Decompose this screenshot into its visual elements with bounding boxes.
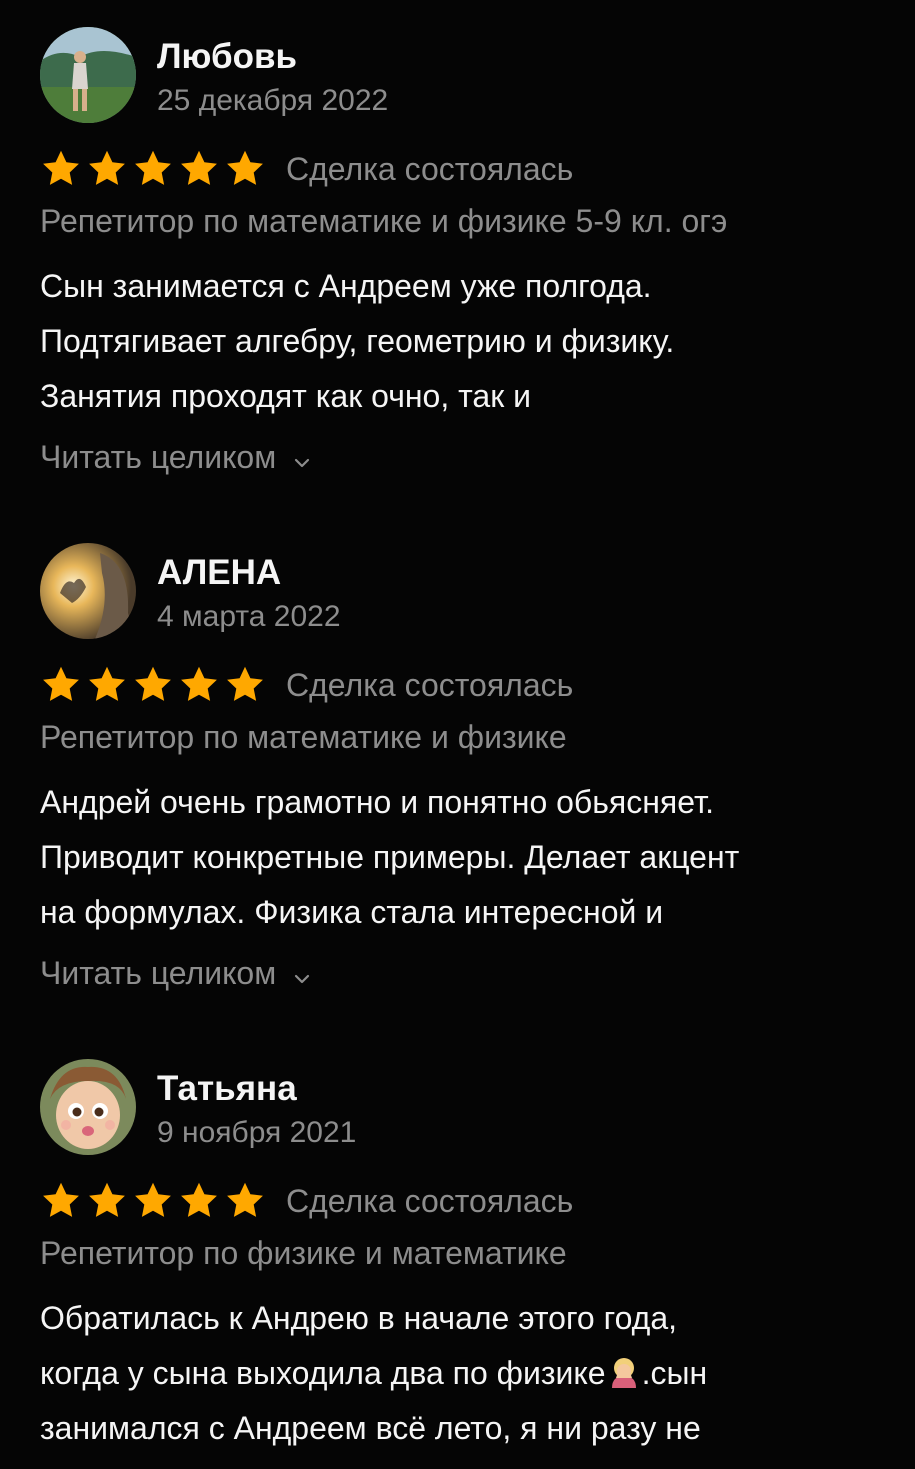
star-icon xyxy=(40,665,82,705)
deal-status: Сделка состоялась xyxy=(286,1182,574,1219)
review-text-line: Обратилась к Андрею в начале этого года, xyxy=(40,1300,678,1336)
review-header: Любовь 25 декабря 2022 xyxy=(40,27,880,127)
review-text: Обратилась к Андрею в начале этого года,… xyxy=(40,1291,880,1456)
star-icon xyxy=(40,1181,82,1221)
avatar[interactable] xyxy=(40,27,136,123)
review-card: Любовь 25 декабря 2022 Сделка состоялась… xyxy=(40,27,880,475)
review-text-line: Подтягивает алгебру, геометрию и физику. xyxy=(40,323,675,359)
review-text-line: занимался с Андреем всё лето, я ни разу … xyxy=(40,1410,701,1446)
rating-stars xyxy=(40,149,266,189)
rating-row: Сделка состоялась xyxy=(40,1181,573,1221)
review-card: Татьяна 9 ноября 2021 Сделка состоялась … xyxy=(40,1059,880,1446)
review-text-line: Андрей очень грамотно и понятно обьясняе… xyxy=(40,784,714,820)
reviews-list: Любовь 25 декабря 2022 Сделка состоялась… xyxy=(0,0,915,1469)
chevron-down-icon xyxy=(294,439,310,476)
avatar[interactable] xyxy=(40,543,136,639)
review-text-line: Приводит конкретные примеры. Делает акце… xyxy=(40,839,740,875)
review-text-fragment: когда у сына выходила два по физике xyxy=(40,1355,606,1391)
review-text-line: Сын занимается с Андреем уже полгода. xyxy=(40,268,652,304)
star-icon xyxy=(132,1181,174,1221)
chevron-down-icon xyxy=(294,955,310,992)
star-icon xyxy=(224,665,266,705)
star-icon xyxy=(224,149,266,189)
deal-status: Сделка состоялась xyxy=(286,666,574,703)
review-date: 9 ноября 2021 xyxy=(157,1116,357,1149)
star-icon xyxy=(178,665,220,705)
review-text: Сын занимается с Андреем уже полгода. По… xyxy=(40,259,880,424)
rating-stars xyxy=(40,1181,266,1221)
rating-row: Сделка состоялась xyxy=(40,665,573,705)
star-icon xyxy=(132,149,174,189)
author-name: Татьяна xyxy=(157,1069,297,1108)
deal-status: Сделка состоялась xyxy=(286,150,574,187)
service-title: Репетитор по математике и физике xyxy=(40,719,567,755)
rating-stars xyxy=(40,665,266,705)
star-icon xyxy=(224,1181,266,1221)
face-palm-emoji-icon xyxy=(606,1352,642,1388)
star-icon xyxy=(86,1181,128,1221)
review-card: АЛЕНА 4 марта 2022 Сделка состоялась Реп… xyxy=(40,543,880,991)
star-icon xyxy=(132,665,174,705)
read-more-button[interactable]: Читать целиком xyxy=(40,955,310,992)
author-name: Любовь xyxy=(157,37,298,76)
read-more-button[interactable]: Читать целиком xyxy=(40,439,310,476)
review-text-line: на формулах. Физика стала интересной и xyxy=(40,894,664,930)
star-icon xyxy=(40,149,82,189)
review-text: Андрей очень грамотно и понятно обьясняе… xyxy=(40,775,880,940)
read-more-label: Читать целиком xyxy=(40,439,277,475)
review-text-line: Занятия проходят как очно, так и xyxy=(40,378,531,414)
author-name: АЛЕНА xyxy=(157,553,282,592)
review-text-line: когда у сына выходила два по физике .сын xyxy=(40,1346,880,1401)
star-icon xyxy=(86,665,128,705)
review-date: 25 декабря 2022 xyxy=(157,84,389,117)
review-header: АЛЕНА 4 марта 2022 xyxy=(40,543,880,643)
avatar[interactable] xyxy=(40,1059,136,1155)
service-title: Репетитор по математике и физике 5-9 кл.… xyxy=(40,203,728,239)
star-icon xyxy=(86,149,128,189)
review-text-fragment: .сын xyxy=(641,1355,708,1391)
star-icon xyxy=(178,149,220,189)
read-more-label: Читать целиком xyxy=(40,955,277,991)
review-header: Татьяна 9 ноября 2021 xyxy=(40,1059,880,1159)
service-title: Репетитор по физике и математике xyxy=(40,1235,567,1271)
rating-row: Сделка состоялась xyxy=(40,149,573,189)
review-date: 4 марта 2022 xyxy=(157,600,341,633)
star-icon xyxy=(178,1181,220,1221)
